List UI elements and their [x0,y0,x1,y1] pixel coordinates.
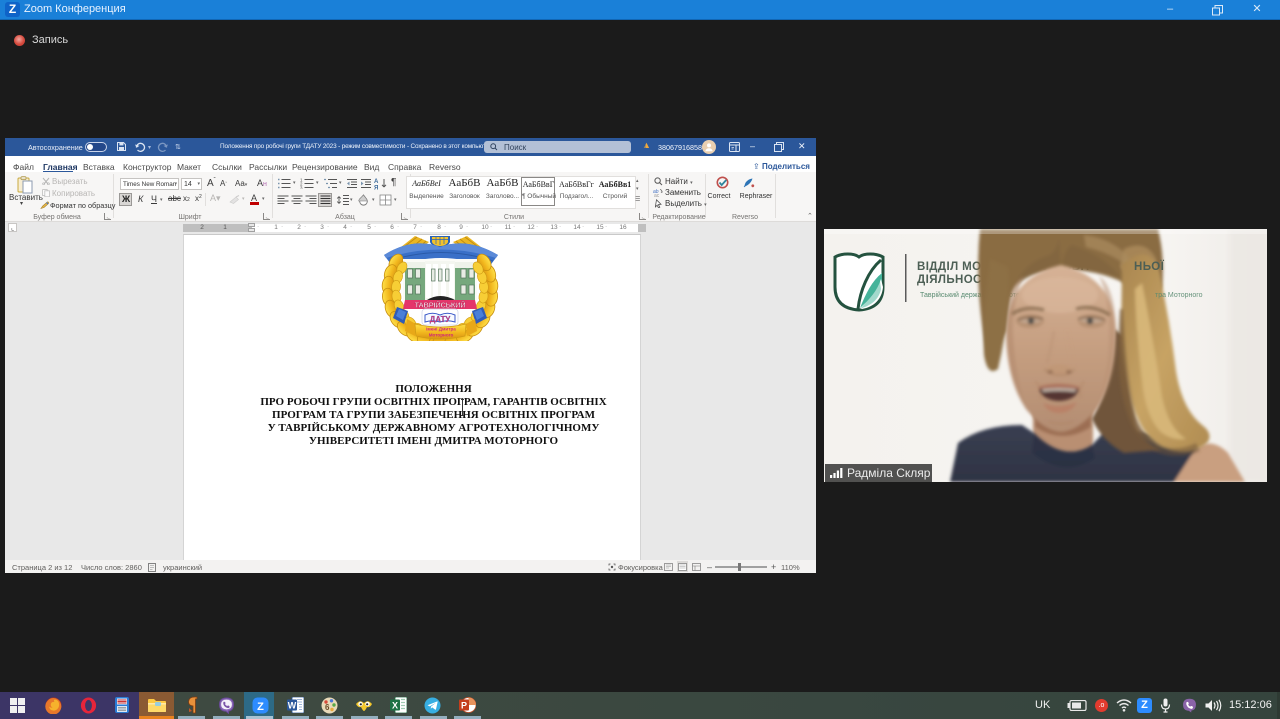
svg-text:імені Дмитра: імені Дмитра [426,327,456,332]
svg-text:6: 6 [325,703,330,712]
svg-text:А: А [374,179,379,185]
svg-text:Моторного: Моторного [429,333,454,338]
svg-text:ac: ac [654,193,660,197]
svg-text:НЬОЇ: НЬОЇ [1134,260,1165,273]
svg-text:ТАВРІЙСЬКИЙ: ТАВРІЙСЬКИЙ [415,301,466,310]
svg-text:ДАТУ: ДАТУ [430,315,451,324]
svg-text:W: W [288,701,297,711]
svg-text:тра Моторного: тра Моторного [1155,292,1203,299]
svg-text:Z: Z [257,701,264,713]
svg-text:Я: Я [374,186,378,191]
svg-text:P: P [461,701,467,711]
svg-text:X: X [392,701,398,711]
svg-text:3: 3 [300,185,303,189]
